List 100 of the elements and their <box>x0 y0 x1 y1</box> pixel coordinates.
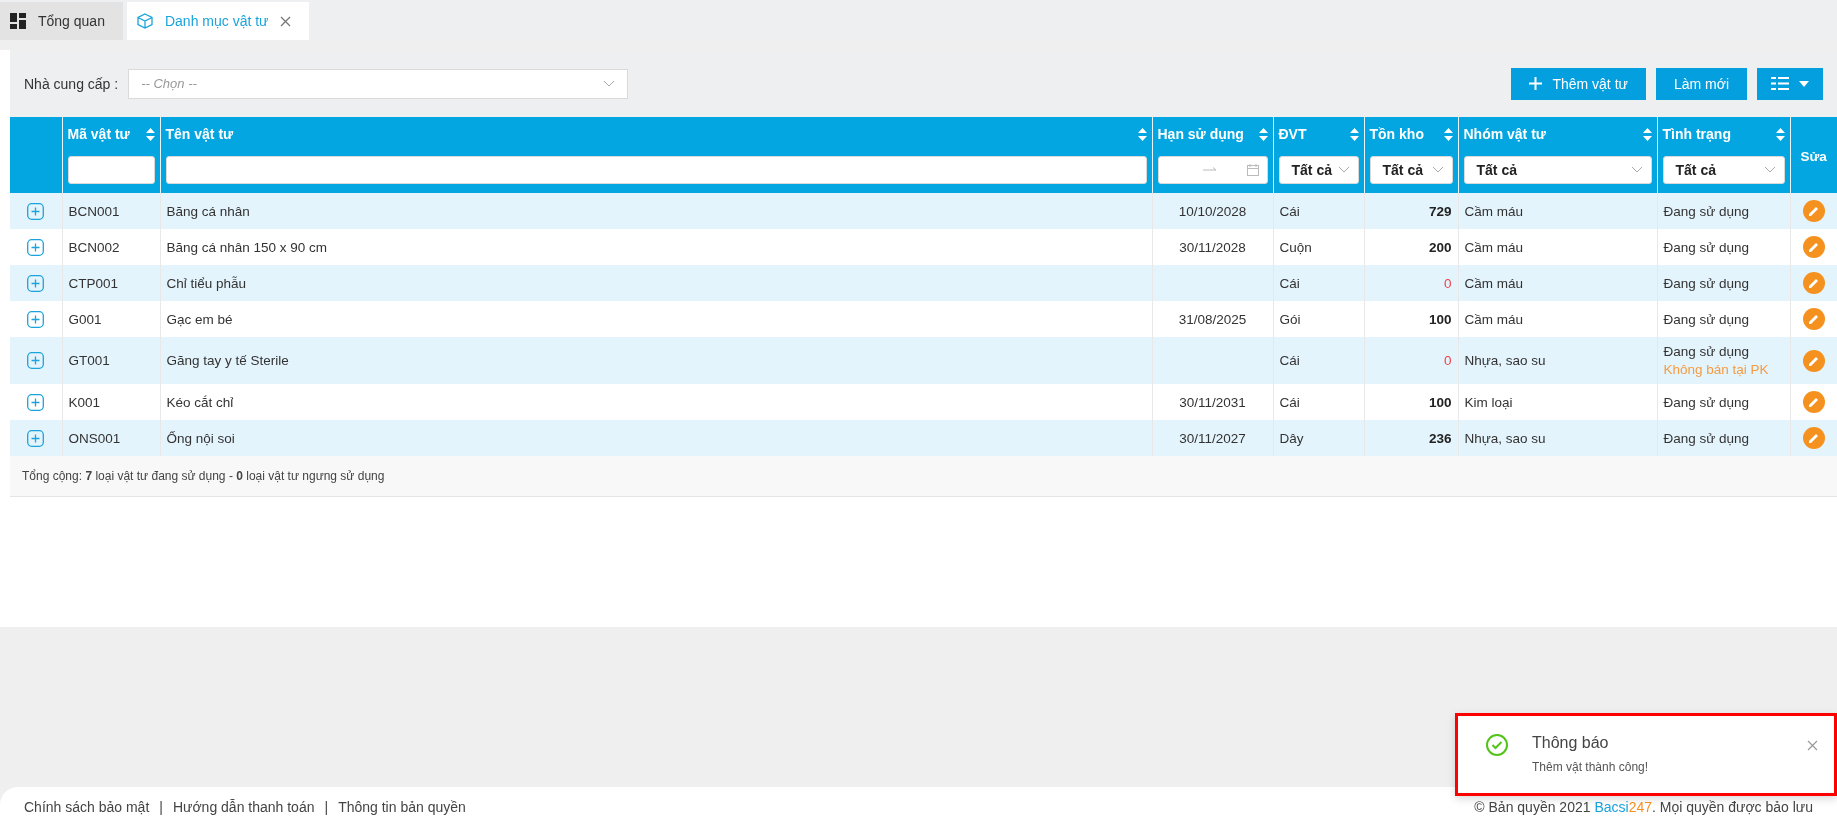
table-cell: 0 <box>1444 353 1452 368</box>
table-cell: Cái <box>1279 394 1300 410</box>
column-header[interactable]: Hạn sử dụng <box>1157 126 1244 142</box>
table-cell: 30/11/2028 <box>1179 239 1246 255</box>
list-icon <box>1771 77 1789 90</box>
expand-icon[interactable] <box>27 310 45 328</box>
notification-message: Thêm vật thành công! <box>1532 760 1650 774</box>
filter-field[interactable] <box>67 156 155 184</box>
footer-link[interactable]: Hướng dẫn thanh toán <box>172 799 315 815</box>
table-cell-text: Đang sử dụng <box>1663 344 1751 359</box>
close-icon[interactable] <box>280 15 292 27</box>
pencil-icon <box>1807 277 1820 289</box>
edit-button[interactable] <box>1802 236 1825 258</box>
column-header[interactable]: Tên vật tư <box>165 126 234 142</box>
column-header[interactable]: ĐVT <box>1278 126 1307 142</box>
status-note: Không bán tại PK <box>1663 362 1770 377</box>
filter-select[interactable]: Tất cả <box>1662 156 1785 184</box>
edit-button[interactable] <box>1802 272 1825 294</box>
column-header[interactable]: Mã vật tư <box>67 126 130 142</box>
table-cell: Gạc em bé <box>166 311 233 327</box>
column-header[interactable]: Tồn kho <box>1369 126 1424 142</box>
arrow-icon <box>1202 167 1217 173</box>
dashboard-icon <box>10 13 26 29</box>
table-cell: 30/11/2031 <box>1179 394 1246 410</box>
table-cell: 729 <box>1428 203 1452 219</box>
sort-icon[interactable] <box>1775 127 1785 141</box>
sort-icon[interactable] <box>1258 127 1268 141</box>
close-icon[interactable] <box>1807 740 1818 751</box>
table-cell: 236 <box>1428 430 1452 446</box>
expand-icon[interactable] <box>27 238 45 256</box>
expand-icon[interactable] <box>27 429 45 447</box>
expand-icon[interactable] <box>27 352 45 369</box>
refresh-button[interactable]: Làm mới <box>1655 67 1747 100</box>
edit-button[interactable] <box>1802 308 1825 330</box>
edit-button[interactable] <box>1802 427 1825 449</box>
filter-select[interactable]: Tất cả <box>1278 156 1359 184</box>
pencil-icon <box>1807 396 1820 408</box>
table-cell: Găng tay y tế Sterile <box>166 353 289 368</box>
plus-icon <box>1529 77 1543 90</box>
footer-link[interactable]: Chính sách bảo mật <box>24 799 150 815</box>
table-cell: Cuộn <box>1279 239 1312 255</box>
table-cell: ONS001 <box>68 430 121 446</box>
chevron-down-icon <box>1337 166 1350 174</box>
supplier-select[interactable]: -- Chọn -- <box>128 68 629 99</box>
chevron-down-icon <box>1630 166 1643 174</box>
table-cell: Băng cá nhân <box>166 203 250 219</box>
expand-icon[interactable] <box>27 274 45 292</box>
table-cell: Chỉ tiểu phẫu <box>166 275 247 291</box>
pencil-icon <box>1807 354 1820 367</box>
table-cell-text: Đang sử dụng <box>1663 430 1751 446</box>
edit-button[interactable] <box>1802 349 1825 372</box>
filter-field[interactable] <box>165 156 1147 184</box>
columns-menu-button[interactable] <box>1757 67 1823 100</box>
tab[interactable]: Tổng quan <box>0 2 123 40</box>
sort-icon[interactable] <box>1137 127 1147 141</box>
column-header[interactable]: Nhóm vật tư <box>1463 126 1546 142</box>
column-header[interactable]: Tình trạng <box>1662 126 1731 142</box>
column-header: Sửa <box>1790 117 1837 193</box>
chevron-down-icon <box>1763 166 1776 174</box>
tab[interactable]: Danh mục vật tư <box>126 2 310 40</box>
table-cell: K001 <box>68 394 101 410</box>
sort-icon[interactable] <box>1443 127 1453 141</box>
date-range-field[interactable] <box>1157 156 1268 184</box>
edit-button[interactable] <box>1802 200 1825 222</box>
table-cell: BCN002 <box>68 239 120 255</box>
summary-text: Tổng cộng: 7 loại vật tư đang sử dụng - 0 loại vật tư ngưng sử dụng <box>22 469 385 483</box>
table-cell: Dây <box>1279 430 1304 446</box>
table-cell: 30/11/2027 <box>1179 430 1246 446</box>
pencil-icon <box>1807 205 1820 217</box>
table-cell: 200 <box>1428 239 1452 255</box>
sort-icon[interactable] <box>1642 127 1652 141</box>
pencil-icon <box>1807 313 1820 325</box>
table-cell-text: Đang sử dụng <box>1663 203 1751 219</box>
supplier-label: Nhà cung cấp : <box>24 75 119 92</box>
sort-icon[interactable] <box>1349 127 1359 141</box>
expand-icon[interactable] <box>27 393 45 411</box>
table-cell-text: Đang sử dụng <box>1663 394 1751 410</box>
table-cell: Cầm máu <box>1464 275 1523 291</box>
table-cell: Kéo cắt chỉ <box>166 394 234 410</box>
expand-icon[interactable] <box>27 202 45 220</box>
table-cell: Cầm máu <box>1464 311 1523 327</box>
filter-select[interactable]: Tất cả <box>1463 156 1652 184</box>
chevron-down-icon <box>603 79 616 88</box>
table-cell: 10/10/2028 <box>1178 203 1247 219</box>
check-circle-icon <box>1486 734 1508 756</box>
table-cell: Cái <box>1279 203 1300 219</box>
sort-icon[interactable] <box>145 127 155 141</box>
pencil-icon <box>1807 241 1820 253</box>
table-cell: BCN001 <box>68 203 120 219</box>
table-cell-text: Đang sử dụng <box>1663 275 1751 291</box>
filter-select[interactable]: Tất cả <box>1369 156 1453 184</box>
table-cell: Kim loại <box>1464 394 1513 410</box>
pencil-icon <box>1807 432 1820 444</box>
add-button[interactable]: Thêm vật tư <box>1511 67 1646 100</box>
table-cell: 100 <box>1428 394 1452 410</box>
chevron-down-icon <box>1431 166 1444 174</box>
edit-button[interactable] <box>1802 391 1825 413</box>
table-cell: Cầm máu <box>1464 239 1523 255</box>
footer-link[interactable]: Thông tin bản quyền <box>338 799 466 815</box>
copyright-text: © Bản quyền 2021 Bacsi247. Mọi quyền được bảo lưu <box>1474 799 1813 815</box>
